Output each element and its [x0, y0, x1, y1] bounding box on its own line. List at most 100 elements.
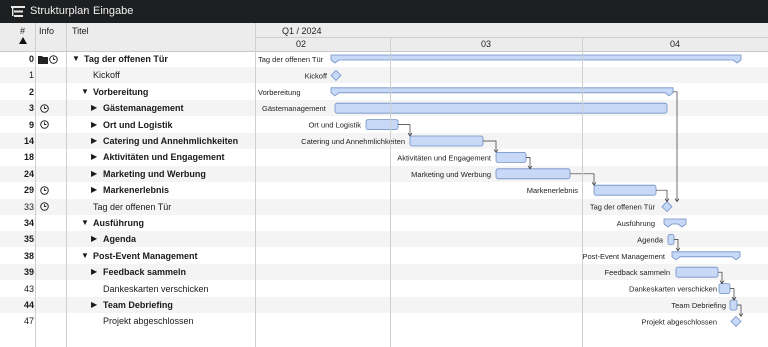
row-number: 18 [23, 152, 34, 163]
expand-triangle-icon[interactable]: ▶ [91, 133, 97, 149]
task-title[interactable]: Catering und Annehmlichkeiten [103, 133, 238, 149]
table-row[interactable]: 24 ▶ Marketing und Werbung [0, 165, 768, 182]
expand-triangle-icon[interactable]: ▶ [91, 100, 97, 116]
row-number: 24 [23, 168, 34, 179]
bar-label: Aktivitäten und Engagement [397, 153, 492, 162]
expand-triangle-icon[interactable]: ▶ [91, 297, 97, 313]
table-header: # Info Titel Q1 / 2024 02 03 04 [0, 23, 768, 52]
row-number: 2 [28, 86, 34, 97]
expand-triangle-icon[interactable]: ▶ [91, 231, 97, 247]
bar-label: Dankeskarten verschicken [629, 285, 717, 294]
bar-label: Marketing und Werbung [411, 170, 491, 179]
task-title[interactable]: Ausführung [93, 215, 144, 231]
task-title[interactable]: Team Debriefing [103, 297, 173, 313]
task-title[interactable]: Gästemanagement [103, 100, 184, 116]
row-number: 33 [23, 201, 34, 212]
row-number: 35 [23, 234, 34, 245]
collapse-triangle-icon[interactable]: ▼ [81, 215, 89, 231]
table-row[interactable]: 44 ▶ Team Debriefing [0, 297, 768, 313]
expand-triangle-icon[interactable]: ▶ [91, 166, 97, 182]
row-number: 44 [23, 300, 34, 310]
breadcrumb-current[interactable]: Eingabe [93, 5, 133, 17]
bar-label: Agenda [637, 235, 664, 244]
task-bar[interactable] [729, 299, 738, 311]
bar-label: Ort und Logistik [308, 121, 361, 130]
row-number: 1 [28, 70, 34, 81]
clock-icon [40, 202, 49, 211]
expand-triangle-icon[interactable]: ▶ [91, 182, 97, 198]
column-divider-title [255, 23, 256, 347]
task-title[interactable]: Marketing und Werbung [103, 166, 206, 182]
task-title[interactable]: Tag der offenen Tür [84, 51, 168, 67]
bar-label: Team Debriefing [671, 301, 726, 310]
timeline-month-divider [256, 37, 768, 38]
task-title[interactable]: Markenerlebnis [103, 182, 169, 198]
row-number: 14 [23, 136, 34, 146]
collapse-triangle-icon[interactable]: ▼ [72, 51, 80, 67]
bar-label: Tag der offenen Tür [258, 55, 324, 64]
task-bar[interactable] [334, 102, 668, 114]
task-bar[interactable] [495, 168, 571, 180]
task-title[interactable]: Vorbereitung [93, 84, 148, 100]
clock-icon [40, 185, 49, 195]
row-number: 43 [23, 283, 34, 294]
bar-label: Gästemanagement [262, 104, 327, 113]
row-number: 38 [23, 250, 34, 261]
table-row[interactable]: 18 ▶ Aktivitäten und Engagement [0, 149, 768, 165]
task-bar[interactable] [365, 119, 399, 130]
task-title[interactable]: Feedback sammeln [103, 264, 186, 280]
task-title[interactable]: Aktivitäten und Engagement [103, 149, 225, 165]
row-number: 0 [28, 54, 34, 64]
bar-label: Vorbereitung [258, 88, 301, 97]
task-bar[interactable] [675, 266, 719, 278]
column-divider-num [35, 23, 36, 347]
collapse-triangle-icon[interactable]: ▼ [81, 248, 89, 264]
row-number: 3 [28, 103, 34, 114]
task-bar[interactable] [718, 283, 731, 295]
sort-ascending-icon [19, 37, 27, 44]
row-number: 9 [28, 119, 34, 130]
task-title[interactable]: Post-Event Management [93, 248, 198, 264]
breadcrumb-parent[interactable]: Strukturplan [30, 5, 89, 17]
breadcrumb-chevron-icon: › [83, 4, 87, 16]
column-header-num-label: # [20, 26, 26, 36]
row-number: 39 [23, 267, 34, 278]
row-number: 29 [23, 185, 34, 196]
bar-label: Feedback sammeln [605, 268, 670, 277]
expand-triangle-icon[interactable]: ▶ [91, 117, 97, 133]
row-number: 34 [23, 218, 34, 228]
task-bar[interactable] [495, 151, 527, 163]
row-number: 47 [23, 316, 34, 327]
task-bar[interactable] [593, 184, 657, 196]
column-header-info[interactable]: Info [39, 26, 54, 54]
collapse-triangle-icon[interactable]: ▼ [81, 84, 89, 100]
task-title[interactable]: Projekt abgeschlossen [103, 313, 194, 329]
timeline-divider-03 [582, 37, 583, 347]
task-title[interactable]: Agenda [103, 231, 136, 247]
bar-label: Markenerlebnis [527, 186, 579, 195]
timeline-divider-02 [390, 37, 391, 347]
clock-icon [40, 103, 49, 113]
expand-triangle-icon[interactable]: ▶ [91, 264, 97, 280]
folder-icon [38, 55, 48, 64]
bar-label: Kickoff [305, 71, 328, 80]
task-title[interactable]: Kickoff [93, 67, 120, 83]
clock-icon [49, 54, 58, 64]
task-title[interactable]: Dankeskarten verschicken [103, 281, 209, 297]
bar-label: Ausführung [617, 219, 655, 228]
task-bar[interactable] [667, 233, 675, 245]
clock-icon [40, 120, 49, 129]
task-title[interactable]: Ort und Logistik [103, 117, 173, 133]
title-bar: Strukturplan › Eingabe [0, 0, 768, 23]
structure-plan-icon[interactable] [11, 5, 25, 18]
column-header-title[interactable]: Titel [72, 26, 89, 54]
task-title[interactable]: Tag der offenen Tür [93, 199, 171, 215]
task-bar[interactable] [409, 135, 484, 147]
bar-label: Tag der offenen Tür [590, 203, 656, 212]
table-row[interactable]: 1 Kickoff [0, 67, 768, 84]
column-header-num[interactable]: # [19, 26, 27, 54]
column-divider-info [66, 23, 67, 347]
expand-triangle-icon[interactable]: ▶ [91, 149, 97, 165]
bar-label: Post-Event Management [582, 252, 665, 261]
bar-label: Projekt abgeschlossen [642, 317, 717, 326]
